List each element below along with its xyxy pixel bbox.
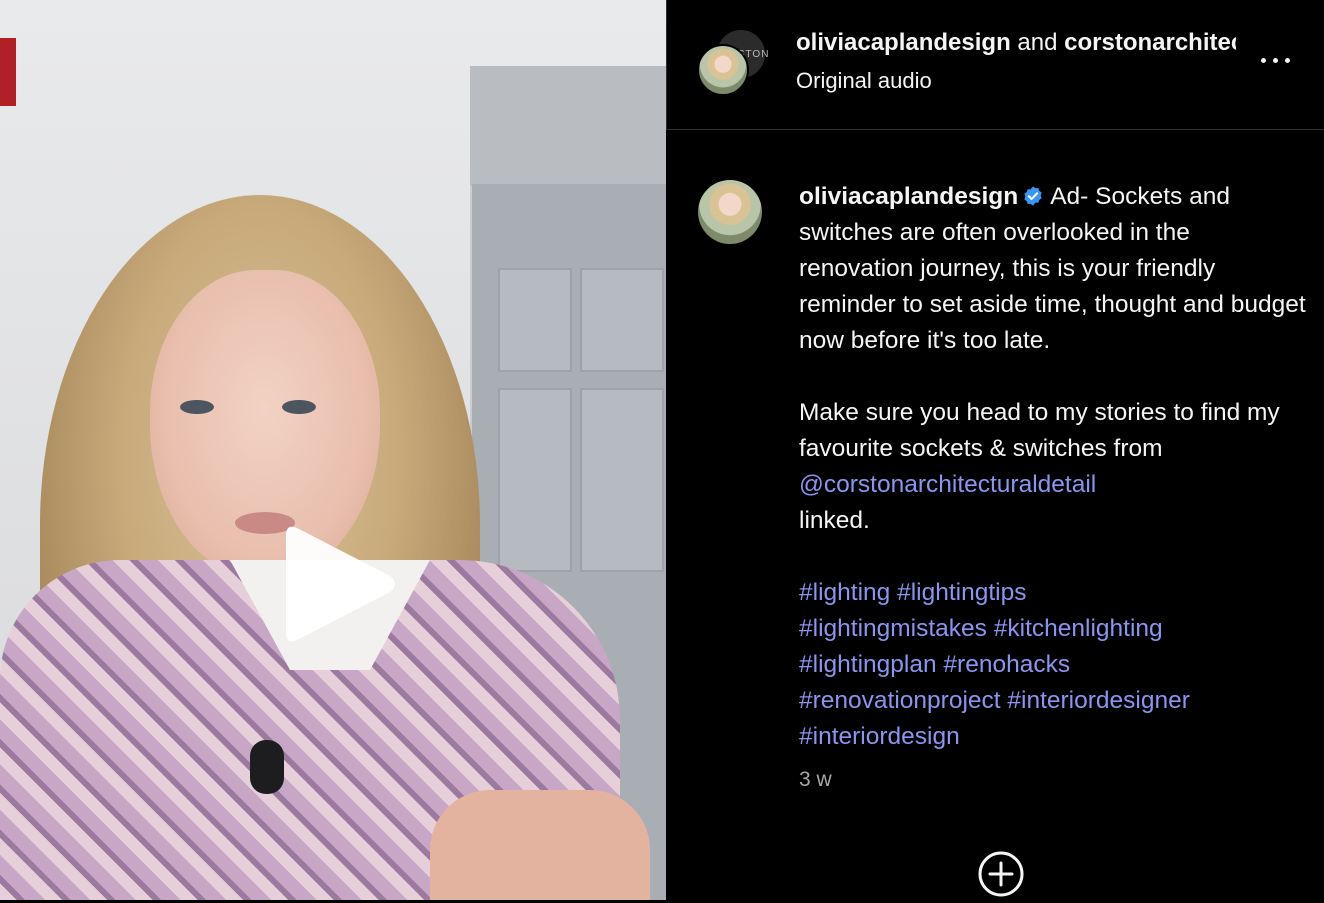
more-options-icon[interactable] [1261,44,1297,76]
caption-text: linked. [799,507,870,534]
caption-username[interactable]: oliviacaplandesign [799,183,1018,210]
header-usernames: oliviacaplandesign and corstonarchitectu… [796,28,1236,58]
hashtag-link[interactable]: #renovationproject [799,687,1001,714]
collab-avatars[interactable]: CORSTON [697,28,768,98]
hashtag-list: #lighting #lightingtips #lightingmistake… [799,575,1309,755]
collab-username-link[interactable]: corstonarchitecturaldetail [1064,29,1236,56]
avatar[interactable] [697,44,749,96]
hashtag-link[interactable]: #interiordesigner [1007,687,1190,714]
caption-paragraph: oliviacaplandesign Ad- Sockets and switc… [799,179,1309,359]
joiner-text: and [1010,29,1065,56]
person-eye [180,400,214,414]
add-circle-icon[interactable] [977,850,1025,898]
person-hand [430,790,650,900]
caption-avatar[interactable] [698,180,762,244]
video-player[interactable] [0,0,666,900]
hashtag-link[interactable]: #renohacks [943,651,1070,678]
door-panel [498,268,572,372]
doorframe-top [470,66,666,186]
door-panel [580,388,664,572]
person-eye [282,400,316,414]
audio-label[interactable]: Original audio [796,67,932,95]
caption-text: Make sure you head to my stories to find… [799,399,1280,462]
hashtag-link[interactable]: #kitchenlighting [994,615,1163,642]
lapel-mic [250,740,284,794]
mention-link[interactable]: @corstonarchitecturaldetail [799,471,1096,498]
username-link[interactable]: oliviacaplandesign [796,29,1011,56]
caption-body: oliviacaplandesign Ad- Sockets and switc… [799,179,1309,791]
hashtag-link[interactable]: #lightingplan [799,651,937,678]
verified-badge-icon [1024,186,1042,206]
hashtag-link[interactable]: #lightingtips [897,579,1026,606]
post-sidebar: CORSTON oliviacaplandesign and corstonar… [666,0,1324,900]
caption-paragraph: Make sure you head to my stories to find… [799,395,1309,539]
play-icon[interactable] [272,518,402,650]
hashtag-link[interactable]: #lightingmistakes [799,615,987,642]
door-panel [580,268,664,372]
post-header: CORSTON oliviacaplandesign and corstonar… [666,0,1324,130]
hashtag-link[interactable]: #lighting [799,579,890,606]
door-panel [498,388,572,572]
wall-fixture [0,38,16,106]
post-timestamp[interactable]: 3 w [799,768,832,792]
hashtag-link[interactable]: #interiordesign [799,723,960,750]
